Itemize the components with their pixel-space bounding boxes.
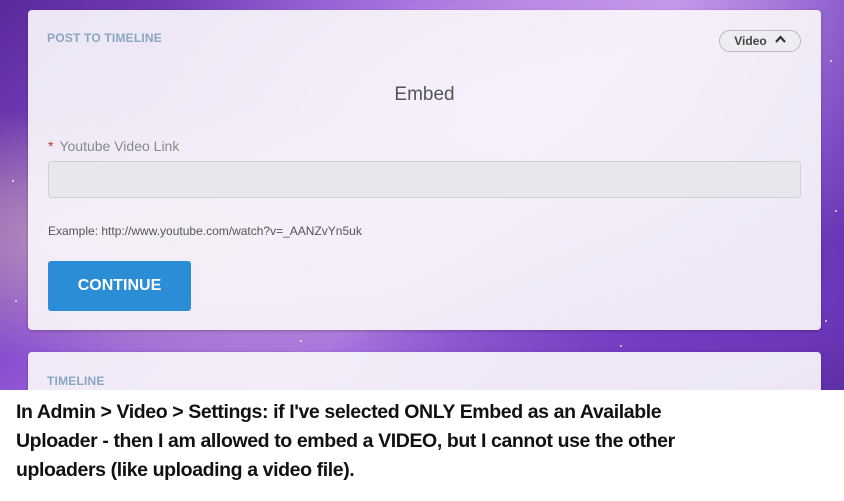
caption-line-1: In Admin > Video > Settings: if I've sel… [16, 401, 662, 423]
post-to-timeline-card: POST TO TIMELINE Video Embed * Youtube Vi… [28, 10, 821, 330]
youtube-link-label: * Youtube Video Link [48, 138, 179, 154]
example-url-text: Example: http://www.youtube.com/watch?v=… [48, 224, 362, 238]
youtube-link-input[interactable] [48, 161, 801, 198]
caption-text: In Admin > Video > Settings: if I've sel… [16, 398, 836, 485]
timeline-title: TIMELINE [47, 374, 105, 388]
chevron-up-icon [774, 34, 786, 46]
continue-button[interactable]: CONTINUE [48, 261, 191, 311]
caption-line-3: uploaders (like uploading a video file). [16, 459, 355, 481]
youtube-link-label-text: Youtube Video Link [59, 138, 180, 154]
card-title: POST TO TIMELINE [47, 31, 162, 45]
required-marker: * [48, 138, 54, 154]
caption-line-2: Uploader - then I am allowed to embed a … [16, 430, 675, 452]
embed-heading: Embed [394, 84, 455, 105]
post-type-selector[interactable]: Video [719, 30, 801, 52]
post-type-label: Video [734, 34, 767, 48]
